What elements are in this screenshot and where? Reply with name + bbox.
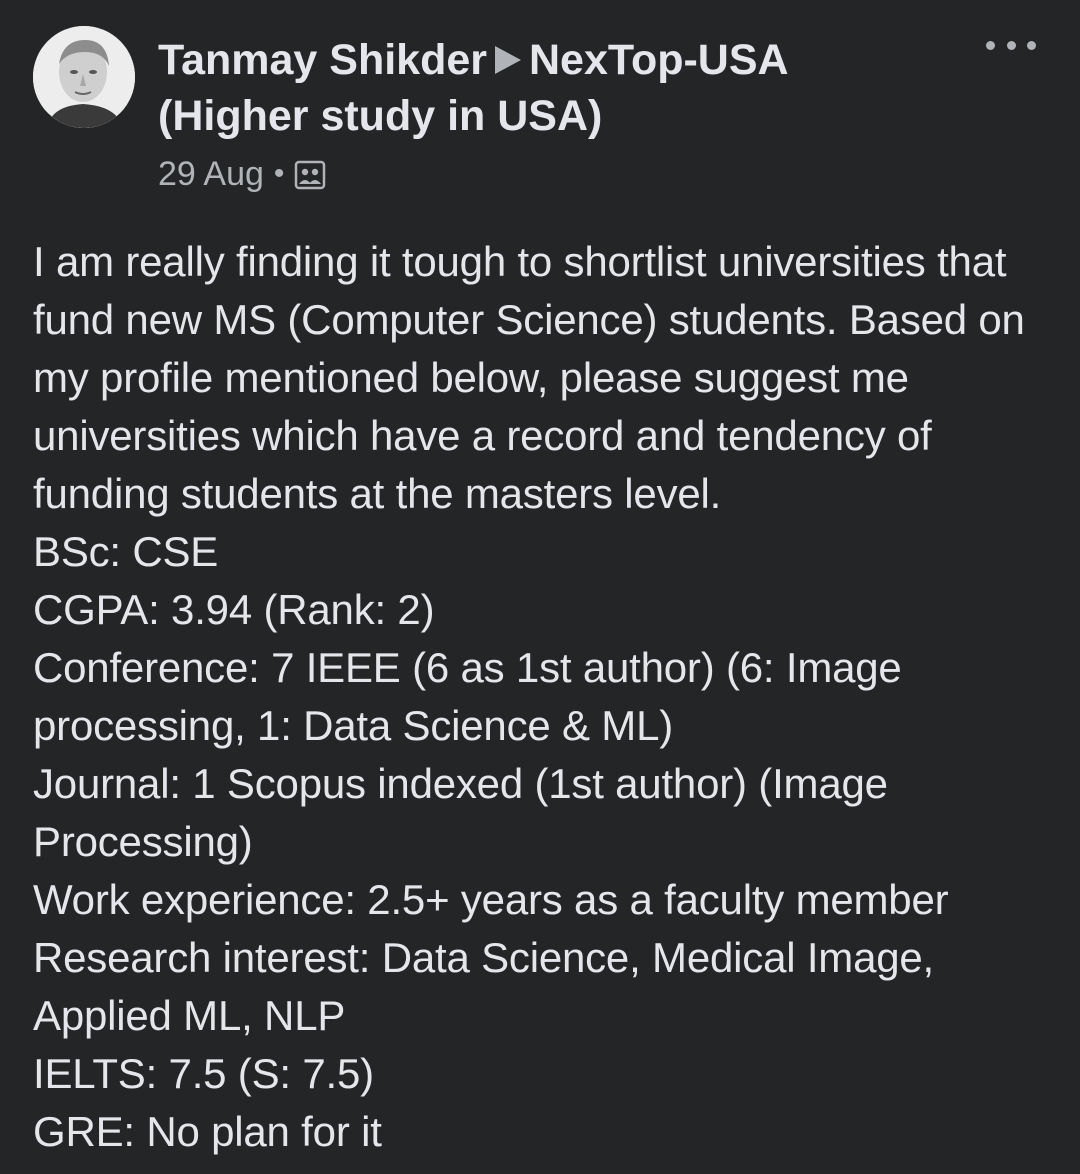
post-meta: 29 Aug • [158,152,958,196]
play-arrow-icon [495,45,521,74]
post-date[interactable]: 29 Aug [158,152,264,196]
meta-separator: • [273,157,285,190]
post-title: Tanmay Shikder NexTop-USA (Higher study i… [158,32,958,144]
more-dot [986,40,995,50]
group-subtitle[interactable]: (Higher study in USA) [158,92,602,140]
avatar-image [33,26,135,128]
avatar[interactable] [33,26,135,128]
group-name[interactable]: NexTop-USA [529,36,789,84]
post-header: Tanmay Shikder NexTop-USA (Higher study i… [158,32,958,196]
post-card: Tanmay Shikder NexTop-USA (Higher study i… [0,0,1080,1174]
more-options-icon[interactable] [986,30,1036,60]
group-members-icon [294,158,326,190]
post-body: I am really finding it tough to shortlis… [33,238,1025,1155]
more-dot [1006,40,1016,50]
more-dot [1027,40,1036,50]
author-name[interactable]: Tanmay Shikder [158,36,487,84]
